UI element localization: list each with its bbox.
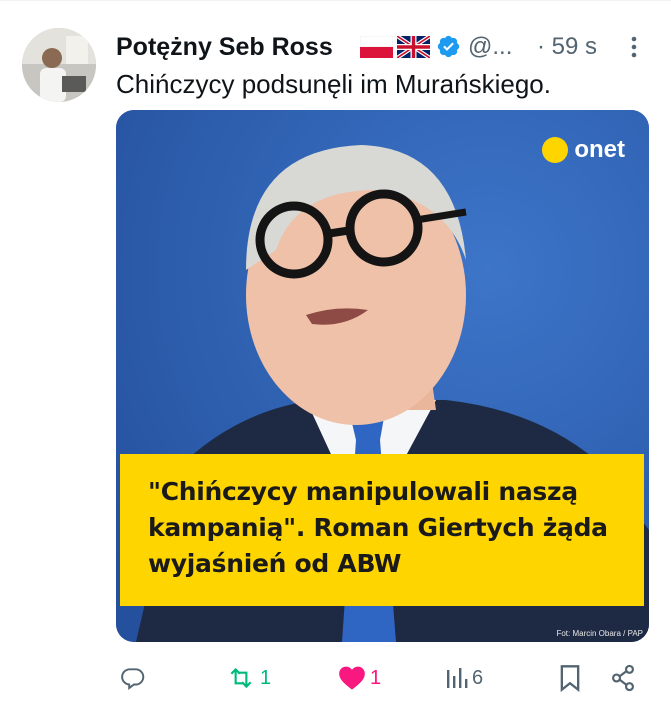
brand-name: onet [574,136,625,163]
more-options-icon[interactable] [624,34,644,60]
heart-icon [339,666,365,690]
views-button[interactable]: 6 [446,660,483,696]
share-icon [612,664,634,692]
like-button[interactable]: 1 [338,660,381,696]
timestamp[interactable]: · 59 s [537,30,597,64]
avatar[interactable] [22,28,96,102]
like-count: 1 [370,666,382,689]
onet-dot-icon [542,137,569,163]
tweet-media-image[interactable]: onet "Chińczycy manipulowali naszą kampa… [116,110,649,642]
retweet-button[interactable]: 1 [226,660,271,696]
display-name[interactable]: Potężny Seb Ross [116,30,333,64]
top-divider [0,0,671,1]
headline-box: "Chińczycy manipulowali naszą kampanią".… [120,454,644,606]
tweet-actions: 1 1 6 [116,660,646,696]
poland-flag-icon [360,36,393,58]
retweet-icon [230,667,252,689]
retweet-count: 1 [260,666,272,689]
avatar-image [22,28,96,102]
onet-brand-logo: onet [542,135,625,165]
reply-icon [121,668,145,691]
views-chart-icon [447,668,468,688]
tweet-header: Potężny Seb Ross @... · 59 s [116,30,656,66]
bookmark-icon [560,665,580,692]
flag-badges [360,36,430,58]
bookmark-button[interactable] [558,660,582,696]
views-count: 6 [472,666,484,689]
photo-credit: Fot: Marcin Obara / PAP [556,629,643,638]
verified-badge-icon[interactable] [436,34,461,59]
uk-flag-icon [397,36,430,58]
reply-button[interactable] [120,660,150,696]
user-handle[interactable]: @... [468,30,512,64]
share-button[interactable] [610,660,636,696]
tweet-text: Chińczycy podsunęli im Murańskiego. [116,69,551,99]
news-headline: "Chińczycy manipulowali naszą kampanią".… [148,477,608,578]
